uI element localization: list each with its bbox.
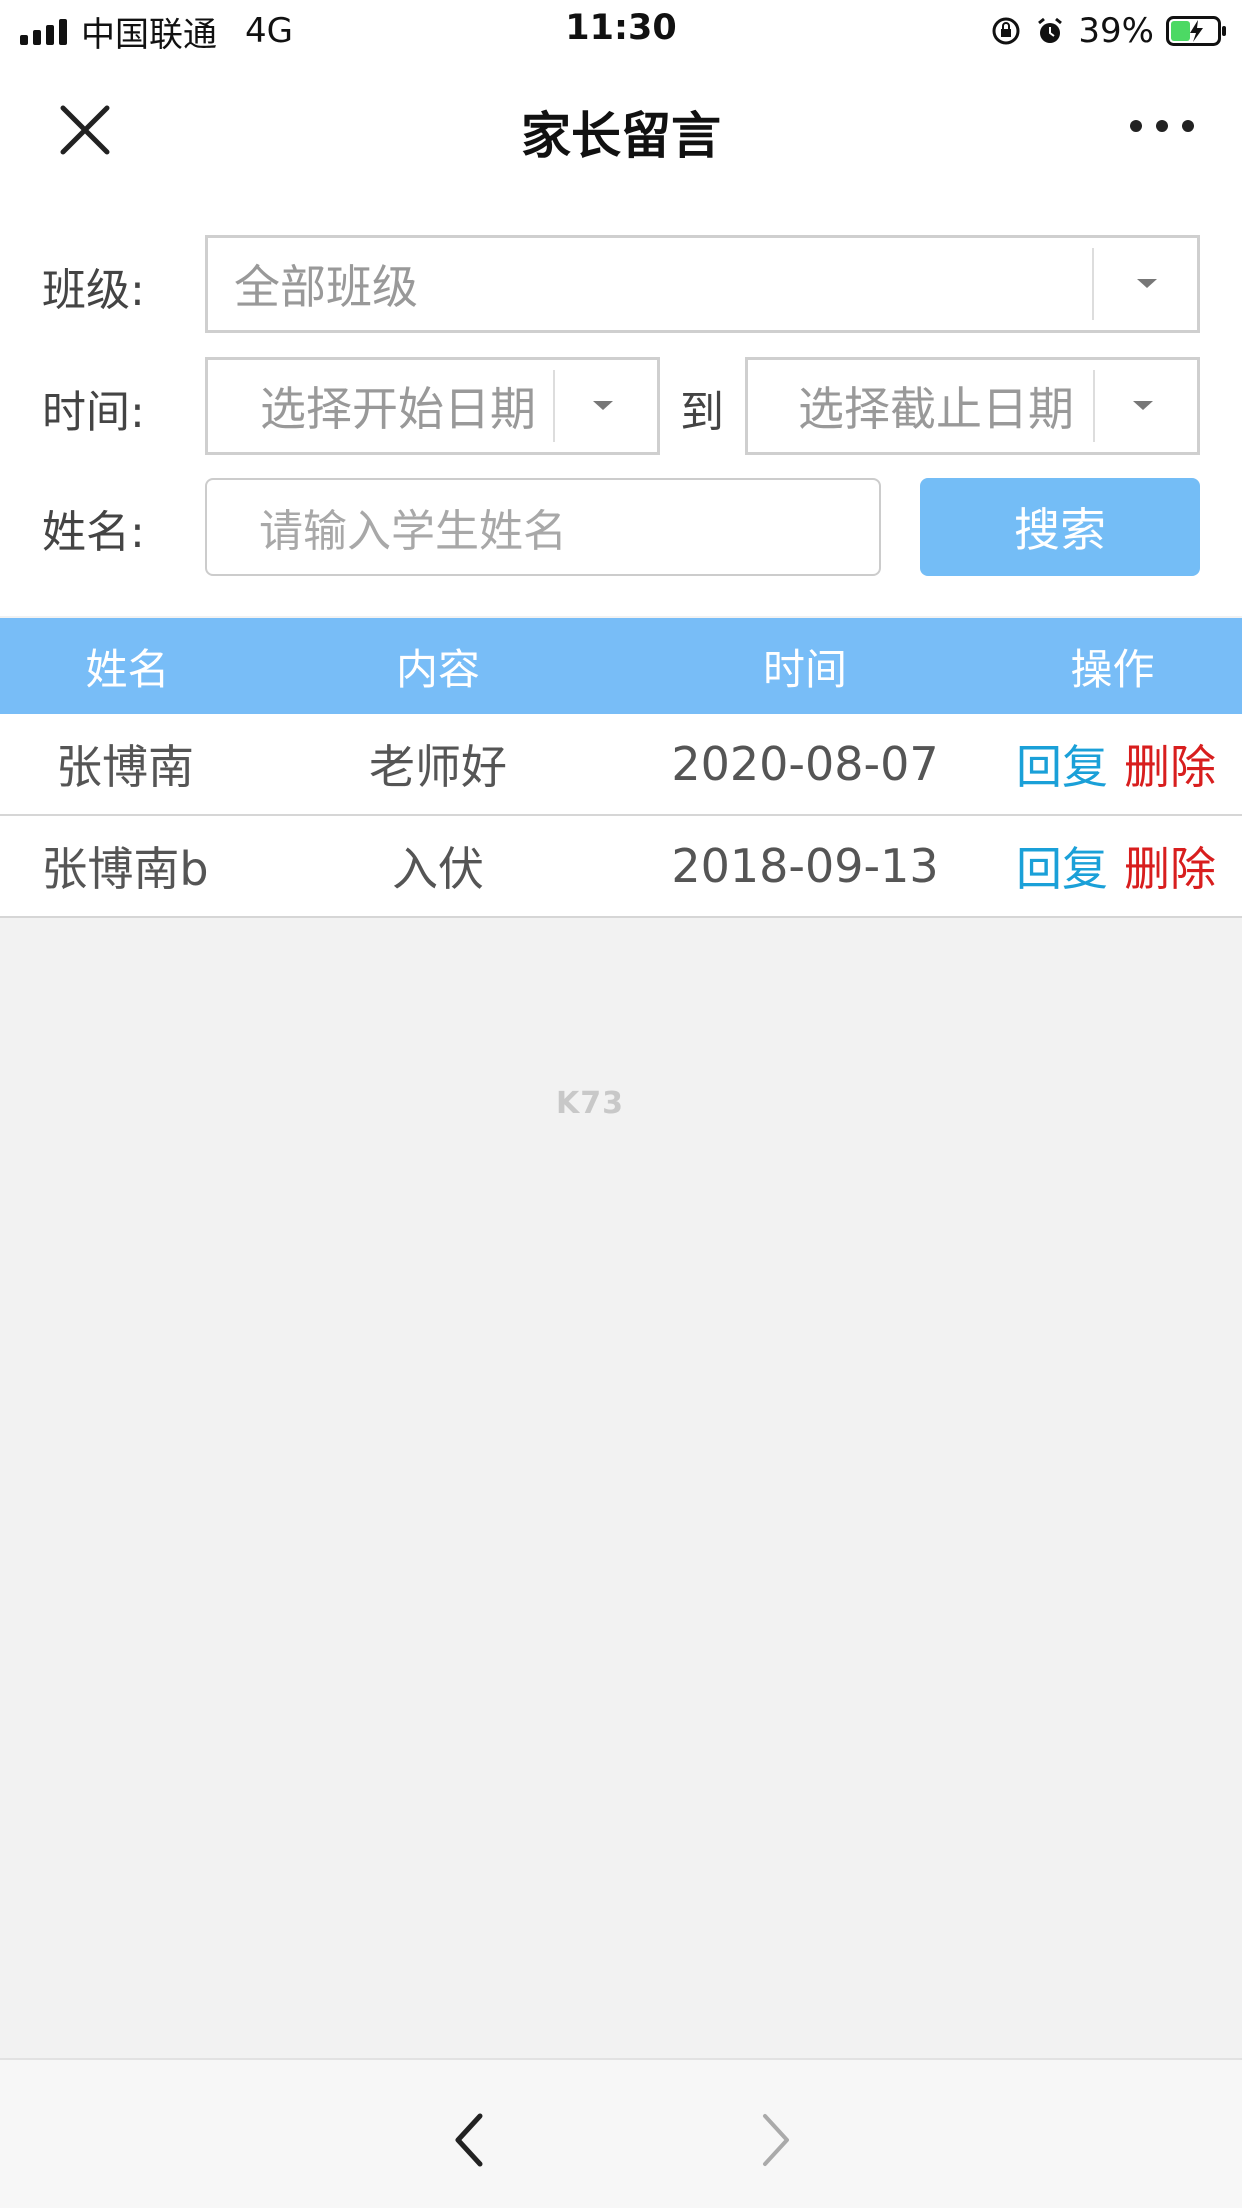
battery-percent: 39% <box>1078 11 1154 51</box>
more-icon[interactable] <box>1122 106 1202 146</box>
select-divider <box>553 370 555 442</box>
watermark-logo: K73 <box>556 1086 624 1121</box>
header-name: 姓名 <box>85 644 170 694</box>
class-select-value: 全部班级 <box>234 260 418 314</box>
chevron-down-icon <box>1133 401 1153 410</box>
back-arrow-icon[interactable] <box>450 2110 490 2170</box>
table-row: 张博南 老师好 2020-08-07 回复 删除 <box>0 714 1242 816</box>
row-name: 张博南 <box>56 740 194 794</box>
status-right: 39% <box>990 10 1228 52</box>
row-name: 张博南b <box>41 842 209 896</box>
row-time: 2018-09-13 <box>671 839 939 893</box>
end-date-placeholder: 选择截止日期 <box>798 382 1074 436</box>
row-time: 2020-08-07 <box>671 737 939 791</box>
delete-link[interactable]: 删除 <box>1124 816 1216 916</box>
student-name-input[interactable]: 请输入学生姓名 <box>205 478 881 576</box>
rotation-lock-icon <box>992 17 1020 45</box>
time-label: 时间: <box>42 387 145 438</box>
select-divider <box>1093 370 1095 442</box>
chevron-down-icon <box>1137 279 1157 288</box>
header-content: 内容 <box>395 644 480 694</box>
forward-arrow-icon[interactable] <box>755 2110 795 2170</box>
alarm-icon <box>1038 17 1063 43</box>
name-label: 姓名: <box>42 507 145 558</box>
reply-link[interactable]: 回复 <box>1016 816 1108 916</box>
filter-panel: 班级: 全部班级 时间: 选择开始日期 到 选择截止日期 姓名: 请输入学生姓名… <box>0 192 1242 616</box>
page-title: 家长留言 <box>521 107 721 165</box>
select-divider <box>1092 248 1094 320</box>
row-content: 老师好 <box>369 740 507 794</box>
reply-link[interactable]: 回复 <box>1016 714 1108 814</box>
class-select[interactable]: 全部班级 <box>205 235 1200 333</box>
header-time: 时间 <box>762 644 847 694</box>
table-header: 姓名 内容 时间 操作 <box>0 618 1242 714</box>
start-date-select[interactable]: 选择开始日期 <box>205 357 660 455</box>
header-actions: 操作 <box>1070 644 1155 694</box>
search-button[interactable]: 搜索 <box>920 478 1200 576</box>
delete-link[interactable]: 删除 <box>1124 714 1216 814</box>
row-content: 入伏 <box>392 842 484 896</box>
bottom-toolbar <box>0 2058 1242 2208</box>
status-bar: 中国联通 4G 11:30 39% <box>0 0 1242 62</box>
chevron-down-icon <box>593 401 613 410</box>
battery-charging-icon <box>1166 16 1226 46</box>
end-date-select[interactable]: 选择截止日期 <box>745 357 1200 455</box>
start-date-placeholder: 选择开始日期 <box>260 382 536 436</box>
table-row: 张博南b 入伏 2018-09-13 回复 删除 <box>0 816 1242 918</box>
to-label: 到 <box>680 387 724 438</box>
class-label: 班级: <box>42 265 145 316</box>
nav-bar: 家长留言 <box>0 62 1242 192</box>
